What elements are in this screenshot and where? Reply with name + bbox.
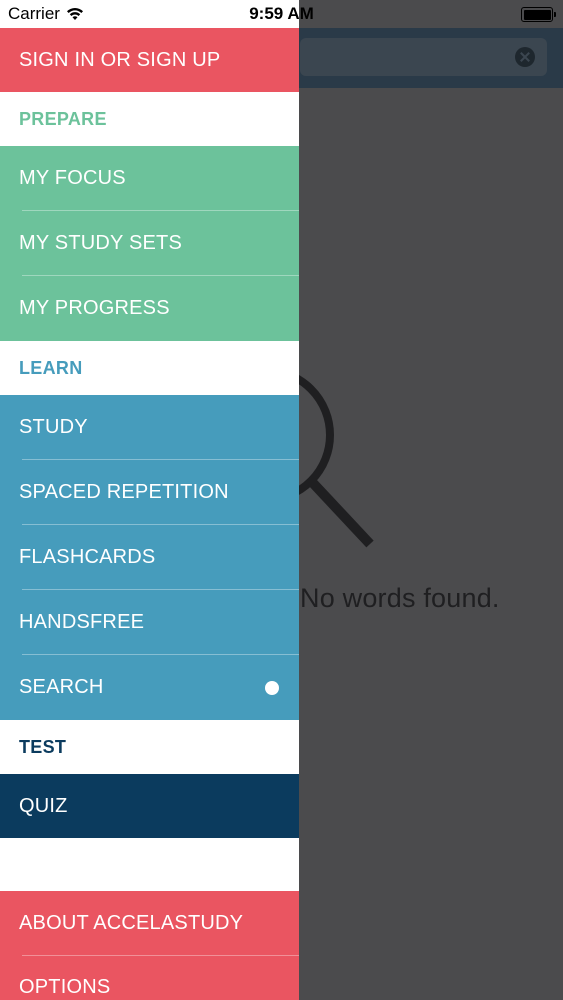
status-bar: Carrier 9:59 AM — [0, 0, 563, 28]
side-drawer: SIGN IN OR SIGN UP PREPARE MY FOCUS MY S… — [0, 0, 299, 1000]
menu-item-label: FLASHCARDS — [19, 546, 156, 568]
section-header-test: TEST — [19, 736, 67, 757]
menu-item-label: HANDSFREE — [19, 611, 145, 633]
sign-in-button[interactable]: SIGN IN OR SIGN UP — [0, 28, 299, 92]
battery-icon — [521, 7, 556, 22]
menu-item-handsfree[interactable]: HANDSFREE — [0, 590, 299, 655]
menu-item-study[interactable]: STUDY — [0, 395, 299, 460]
section-header-prepare: PREPARE — [19, 108, 107, 129]
sign-in-label: SIGN IN OR SIGN UP — [19, 48, 221, 71]
menu-item-label: ABOUT ACCELASTUDY — [19, 912, 244, 934]
menu-item-flashcards[interactable]: FLASHCARDS — [0, 525, 299, 590]
menu-item-label: OPTIONS — [19, 976, 111, 998]
menu-item-options[interactable]: OPTIONS — [0, 956, 299, 1000]
menu-item-label: STUDY — [19, 416, 88, 438]
menu-item-quiz[interactable]: QUIZ — [0, 774, 299, 838]
menu-item-label: SEARCH — [19, 676, 104, 698]
menu-item-label: MY STUDY SETS — [19, 232, 183, 254]
clear-icon — [515, 47, 535, 67]
menu-item-spaced-repetition[interactable]: SPACED REPETITION — [0, 460, 299, 525]
menu-item-about[interactable]: ABOUT ACCELASTUDY — [0, 891, 299, 956]
menu-item-my-focus[interactable]: MY FOCUS — [0, 146, 299, 211]
menu-item-my-progress[interactable]: MY PROGRESS — [0, 276, 299, 341]
status-time: 9:59 AM — [249, 4, 314, 23]
selected-indicator-dot — [265, 680, 279, 695]
menu-item-label: MY FOCUS — [19, 167, 126, 189]
menu-item-label: QUIZ — [19, 794, 68, 817]
empty-message: No words found. — [300, 583, 500, 613]
menu-item-label: SPACED REPETITION — [19, 481, 229, 503]
background-search-field — [300, 38, 547, 76]
menu-item-search[interactable]: SEARCH — [0, 655, 299, 720]
section-header-learn: LEARN — [19, 357, 83, 378]
menu-item-label: MY PROGRESS — [19, 297, 170, 319]
menu-item-my-study-sets[interactable]: MY STUDY SETS — [0, 211, 299, 276]
